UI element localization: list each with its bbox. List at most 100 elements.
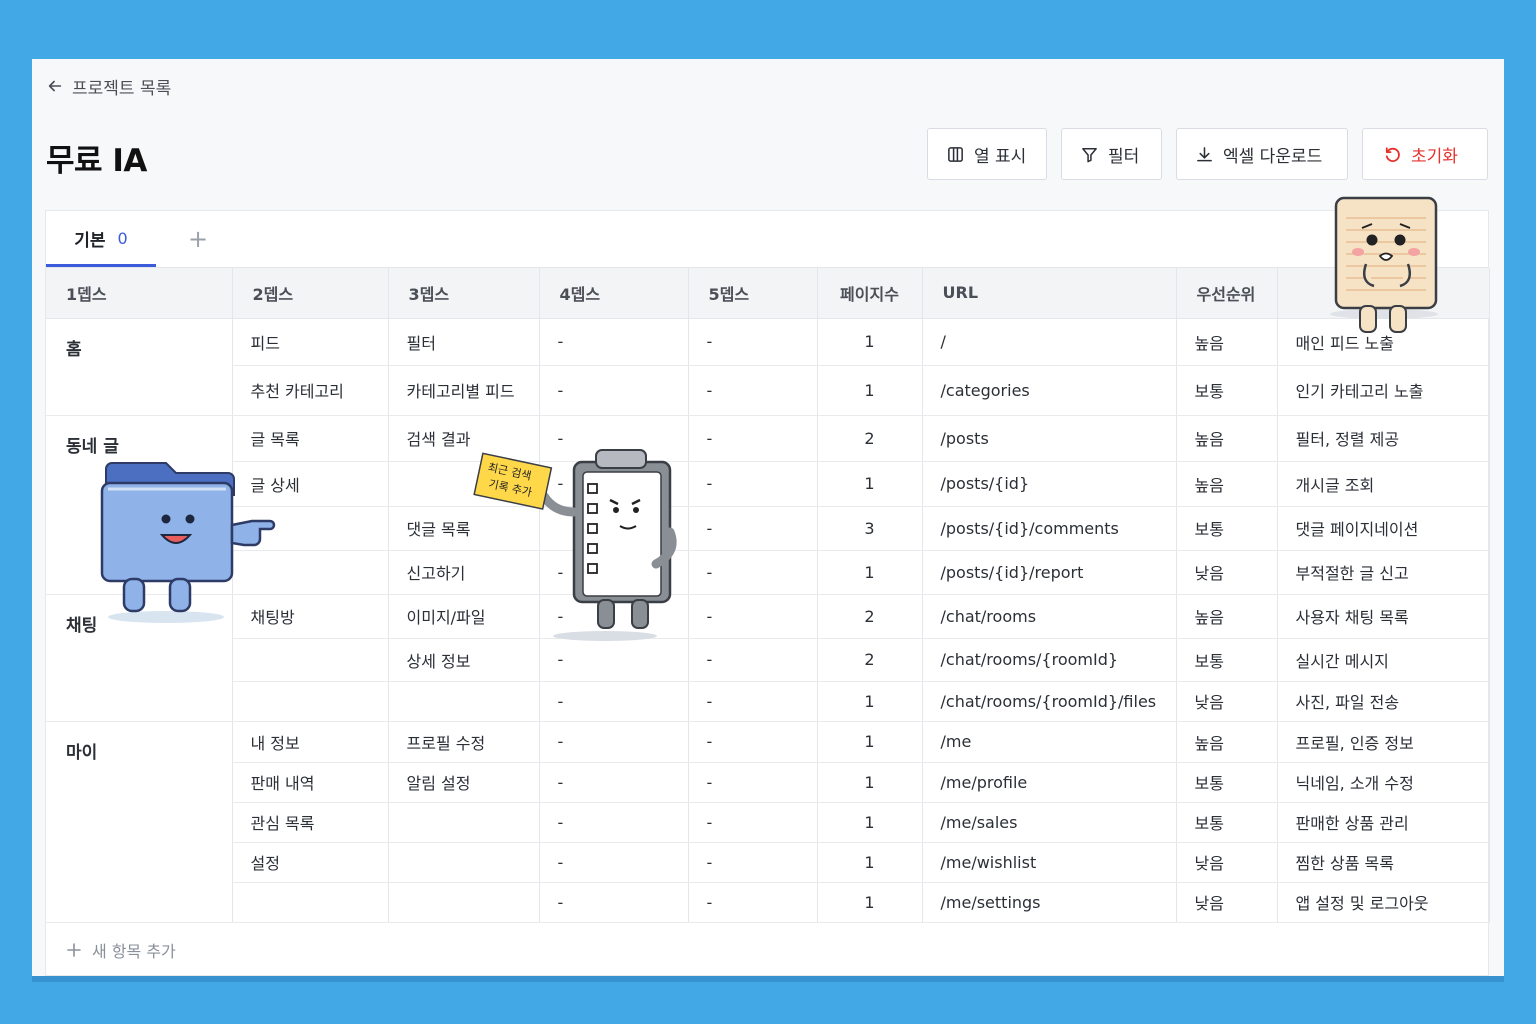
table-cell[interactable]: /chat/rooms/{roomId}/files — [922, 681, 1177, 722]
table-cell[interactable]: 관심 목록 — [232, 802, 389, 843]
table-cell[interactable]: /me/settings — [922, 882, 1177, 923]
table-cell[interactable]: /posts — [922, 415, 1177, 462]
table-cell[interactable]: 사용자 채팅 목록 — [1277, 594, 1490, 639]
back-to-projects-link[interactable]: 프로젝트 목록 — [46, 75, 171, 99]
table-cell[interactable]: 2 — [817, 415, 923, 462]
table-cell[interactable]: 1 — [817, 318, 923, 366]
table-cell[interactable]: - — [539, 365, 689, 416]
depth1-group-cell[interactable]: 마이 — [46, 721, 233, 923]
table-cell[interactable]: - — [688, 842, 818, 883]
table-cell[interactable]: 1 — [817, 762, 923, 803]
table-row[interactable]: 추천 카테고리 카테고리별 피드 - - 1 /categories 보통 인기… — [46, 365, 1490, 416]
column-header[interactable]: URL — [922, 268, 1177, 319]
column-visibility-button[interactable]: 열 표시 — [927, 128, 1047, 180]
excel-download-button[interactable]: 엑셀 다운로드 — [1176, 128, 1348, 180]
table-cell[interactable]: - — [539, 681, 689, 722]
table-cell[interactable] — [232, 638, 389, 682]
table-cell[interactable]: /me/sales — [922, 802, 1177, 843]
table-row[interactable]: - - 1 /chat/rooms/{roomId}/files 낮음 사진, … — [46, 681, 1490, 722]
table-cell[interactable]: - — [688, 415, 818, 462]
table-cell[interactable]: 설정 — [232, 842, 389, 883]
table-cell[interactable]: 1 — [817, 882, 923, 923]
table-cell[interactable]: /posts/{id}/report — [922, 550, 1177, 595]
table-cell[interactable]: 판매 내역 — [232, 762, 389, 803]
table-cell[interactable]: - — [539, 638, 689, 682]
table-cell[interactable]: 낮음 — [1176, 550, 1278, 595]
table-cell[interactable]: /posts/{id}/comments — [922, 506, 1177, 551]
table-cell[interactable]: - — [688, 550, 818, 595]
table-cell[interactable]: 실시간 메시지 — [1277, 638, 1490, 682]
table-cell[interactable]: 1 — [817, 842, 923, 883]
table-cell[interactable]: 2 — [817, 594, 923, 639]
table-cell[interactable]: - — [688, 802, 818, 843]
table-cell[interactable]: - — [688, 318, 818, 366]
table-cell[interactable]: - — [539, 882, 689, 923]
table-row[interactable]: 설정 - - 1 /me/wishlist 낮음 찜한 상품 목록 — [46, 842, 1490, 883]
table-cell[interactable]: /chat/rooms — [922, 594, 1177, 639]
table-cell[interactable]: - — [539, 318, 689, 366]
table-cell[interactable]: /categories — [922, 365, 1177, 416]
table-cell[interactable]: - — [688, 461, 818, 507]
table-cell[interactable]: 보통 — [1176, 762, 1278, 803]
table-cell[interactable] — [388, 842, 540, 883]
table-cell[interactable]: 1 — [817, 802, 923, 843]
table-cell[interactable]: - — [539, 762, 689, 803]
table-cell[interactable] — [388, 882, 540, 923]
table-cell[interactable]: - — [688, 506, 818, 551]
table-cell[interactable]: 내 정보 — [232, 721, 389, 763]
table-cell[interactable] — [388, 681, 540, 722]
table-cell[interactable]: - — [539, 842, 689, 883]
table-cell[interactable]: 개시글 조회 — [1277, 461, 1490, 507]
table-cell[interactable]: 1 — [817, 721, 923, 763]
table-row[interactable]: 상세 정보 - - 2 /chat/rooms/{roomId} 보통 실시간 … — [46, 638, 1490, 682]
table-cell[interactable]: 추천 카테고리 — [232, 365, 389, 416]
table-cell[interactable]: 프로필, 인증 정보 — [1277, 721, 1490, 763]
table-cell[interactable]: /me/wishlist — [922, 842, 1177, 883]
table-cell[interactable]: 2 — [817, 638, 923, 682]
table-cell[interactable]: 1 — [817, 681, 923, 722]
tab-basic[interactable]: 기본 0 — [46, 210, 156, 267]
table-row[interactable]: 관심 목록 - - 1 /me/sales 보통 판매한 상품 관리 — [46, 802, 1490, 843]
table-cell[interactable]: /me — [922, 721, 1177, 763]
table-cell[interactable]: 보통 — [1176, 365, 1278, 416]
table-row[interactable]: 판매 내역 알림 설정 - - 1 /me/profile 보통 닉네임, 소개… — [46, 762, 1490, 803]
table-cell[interactable]: 낮음 — [1176, 681, 1278, 722]
column-header[interactable]: 2뎁스 — [232, 268, 389, 319]
column-header[interactable]: 1뎁스 — [46, 268, 233, 319]
depth1-group-cell[interactable]: 홈 — [46, 318, 233, 416]
table-cell[interactable]: 찜한 상품 목록 — [1277, 842, 1490, 883]
table-cell[interactable]: 앱 설정 및 로그아웃 — [1277, 882, 1490, 923]
table-cell[interactable]: 1 — [817, 461, 923, 507]
table-row[interactable]: 마이 내 정보 프로필 수정 - - 1 /me 높음 프로필, 인증 정보 — [46, 721, 1490, 923]
table-cell[interactable]: /chat/rooms/{roomId} — [922, 638, 1177, 682]
table-cell[interactable]: - — [688, 594, 818, 639]
table-cell[interactable] — [232, 882, 389, 923]
table-cell[interactable]: 보통 — [1176, 506, 1278, 551]
column-header[interactable]: 4뎁스 — [539, 268, 689, 319]
table-cell[interactable] — [232, 681, 389, 722]
table-cell[interactable]: 프로필 수정 — [388, 721, 540, 763]
column-header[interactable]: 우선순위 — [1176, 268, 1278, 319]
table-cell[interactable]: 피드 — [232, 318, 389, 366]
table-cell[interactable]: 보통 — [1176, 638, 1278, 682]
filter-button[interactable]: 필터 — [1061, 128, 1162, 180]
table-row[interactable]: - - 1 /me/settings 낮음 앱 설정 및 로그아웃 — [46, 882, 1490, 923]
table-cell[interactable]: 사진, 파일 전송 — [1277, 681, 1490, 722]
table-cell[interactable]: /posts/{id} — [922, 461, 1177, 507]
add-item-button[interactable]: 새 항목 추가 — [66, 933, 176, 967]
table-cell[interactable]: - — [688, 882, 818, 923]
table-cell[interactable]: /me/profile — [922, 762, 1177, 803]
table-cell[interactable]: 필터, 정렬 제공 — [1277, 415, 1490, 462]
table-cell[interactable]: 1 — [817, 550, 923, 595]
column-header[interactable]: 페이지수 — [817, 268, 923, 319]
table-cell[interactable]: 높음 — [1176, 318, 1278, 366]
table-cell[interactable]: 3 — [817, 506, 923, 551]
table-cell[interactable]: - — [688, 681, 818, 722]
table-cell[interactable]: 높음 — [1176, 594, 1278, 639]
table-cell[interactable]: - — [688, 721, 818, 763]
table-cell[interactable]: - — [539, 802, 689, 843]
table-cell[interactable]: 낮음 — [1176, 882, 1278, 923]
table-cell[interactable]: 낮음 — [1176, 842, 1278, 883]
table-cell[interactable]: / — [922, 318, 1177, 366]
table-cell[interactable]: - — [688, 638, 818, 682]
